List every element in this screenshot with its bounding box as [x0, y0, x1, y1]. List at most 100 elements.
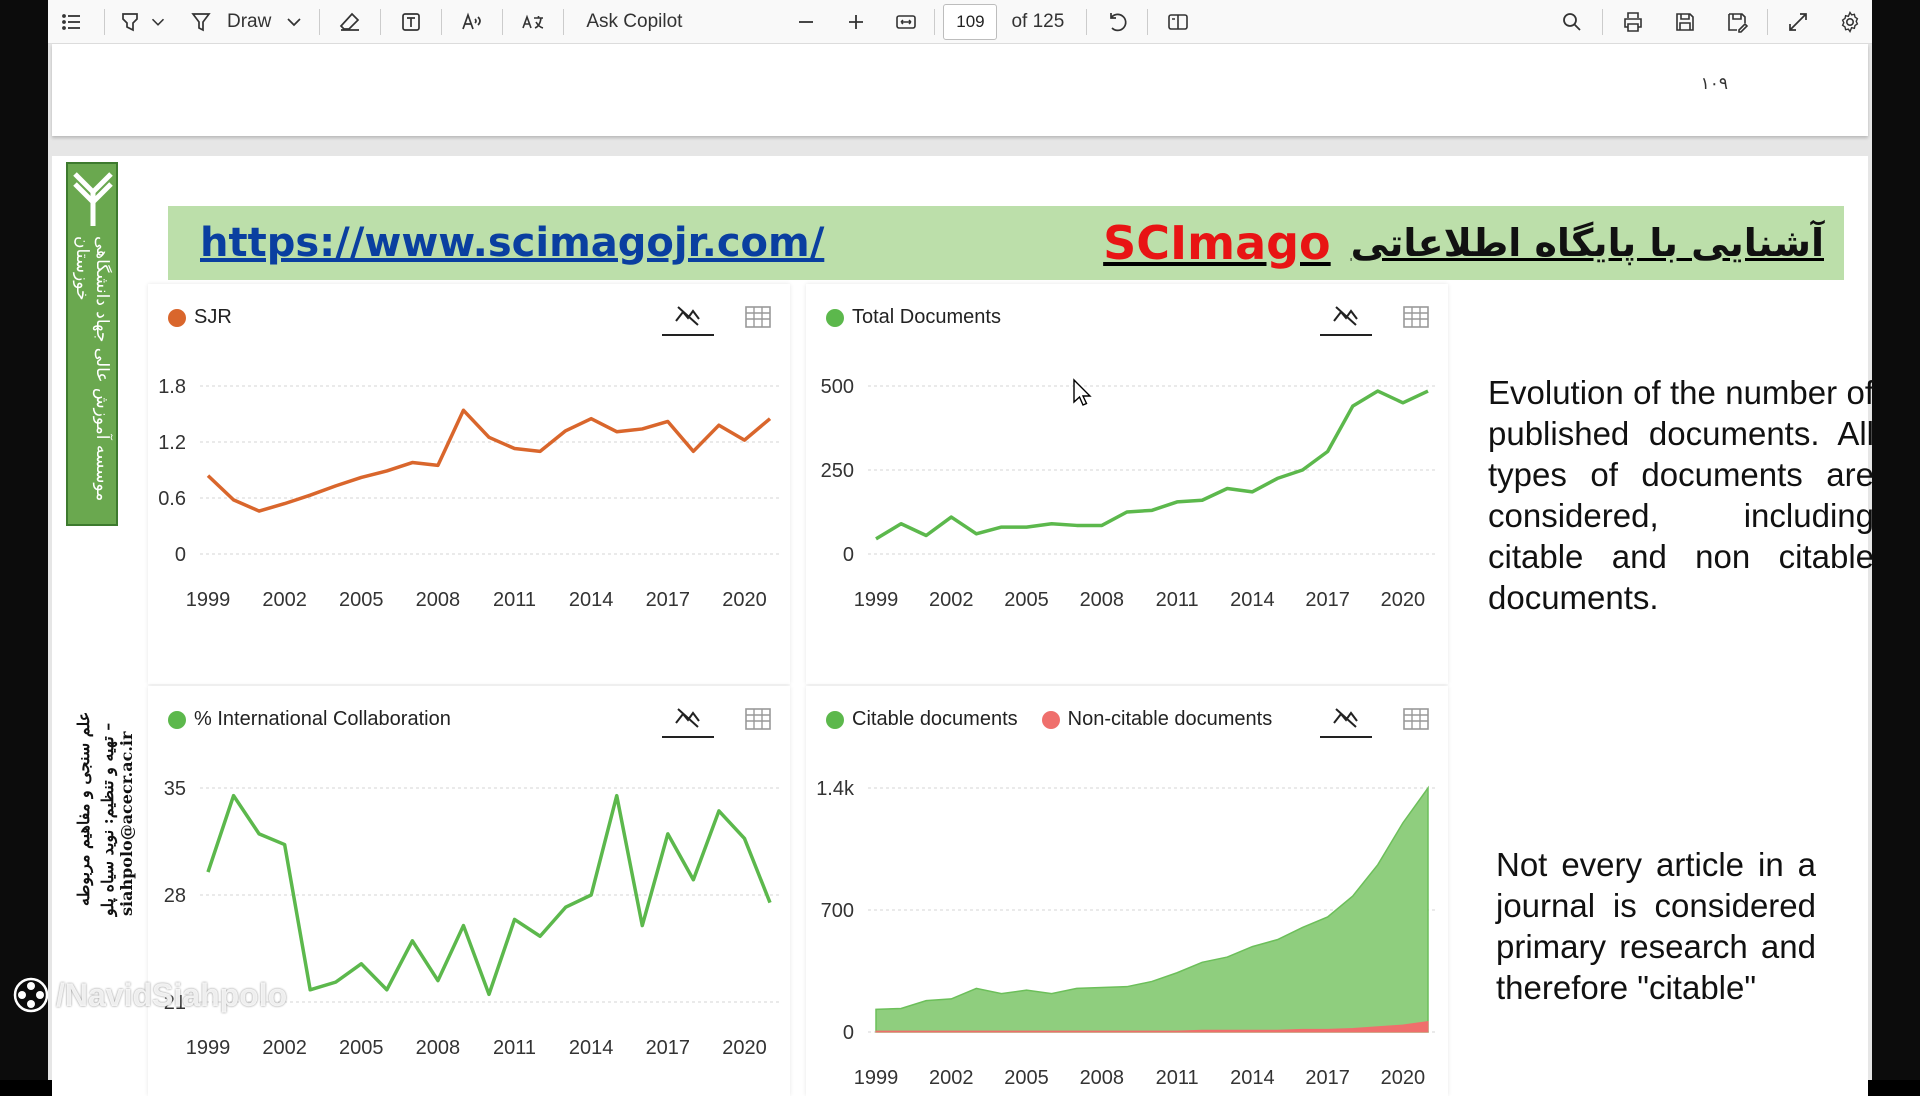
x-tick-label: 2017: [646, 1037, 691, 1059]
chevron-down-icon[interactable]: [147, 4, 169, 40]
highlighter-icon[interactable]: [113, 4, 147, 40]
scimago-link[interactable]: https://www.scimagojr.com/: [200, 220, 824, 266]
zoom-in-icon[interactable]: [836, 4, 876, 40]
x-tick-label: 2014: [569, 1037, 614, 1059]
x-tick-label: 1999: [186, 589, 231, 611]
x-tick-label: 2011: [1156, 589, 1199, 611]
chart-view-icon[interactable]: [662, 298, 714, 336]
watermark-text: /NavidSiahpolo: [56, 976, 288, 1013]
x-tick-label: 2005: [339, 589, 384, 611]
fullscreen-icon[interactable]: [1776, 4, 1820, 40]
document-view[interactable]: ۱۰۹ موسسه آموزش عالی جهاد دانشگاهی خوزست…: [48, 44, 1874, 1096]
x-tick-label: 2008: [416, 589, 461, 611]
settings-icon[interactable]: [1828, 4, 1872, 40]
legend-item[interactable]: Non-citable documents: [1041, 708, 1272, 731]
chart-tools: [1320, 700, 1436, 738]
international-collaboration-chart-panel: % International Collaboration 21 28 35 1999…: [148, 686, 790, 1096]
y-tick-label: 500: [821, 376, 854, 398]
x-tick-label: 2005: [1004, 589, 1049, 611]
table-view-icon[interactable]: [738, 299, 778, 335]
film-reel-icon: [13, 977, 49, 1013]
chart-tools: [662, 298, 778, 336]
y-tick-label: 700: [821, 900, 854, 922]
x-tick-label: 2020: [722, 1037, 767, 1059]
previous-page-number: ۱۰۹: [1700, 74, 1728, 93]
eraser-icon[interactable]: [328, 4, 372, 40]
text-box-icon[interactable]: [389, 4, 433, 40]
international-collaboration-chart: 2128351999 2002 2005 2008 2011 2014 2017 2020: [164, 778, 780, 1059]
page-view-icon[interactable]: [1156, 4, 1200, 40]
ask-copilot-button[interactable]: Ask Copilot: [572, 4, 696, 40]
toolbar-separator: [1767, 8, 1768, 35]
x-tick-label: 2020: [1381, 1067, 1426, 1089]
draw-icon[interactable]: [181, 4, 221, 40]
x-tick-label: 2020: [1381, 589, 1426, 611]
fit-page-icon[interactable]: [886, 4, 926, 40]
banner-persian-title: آشنایی با پایگاه اطلاعاتی: [1350, 221, 1824, 265]
x-tick-label: 1999: [186, 1037, 231, 1059]
banner-title: SCImago آشنایی با پایگاه اطلاعاتی: [1103, 216, 1824, 270]
search-icon[interactable]: [1550, 4, 1594, 40]
toolbar-separator: [502, 8, 504, 35]
list-icon[interactable]: [48, 4, 96, 40]
y-tick-label: 0.6: [158, 488, 186, 510]
y-tick-label: 1.2: [158, 432, 186, 454]
x-tick-label: 1999: [854, 1067, 899, 1089]
toolbar-separator: [104, 8, 105, 35]
citable-documents-chart: 0 700 1.4k 1999 2002 2005 2008 2011 2014 2017 2020: [816, 778, 1438, 1089]
x-tick-label: 2008: [1080, 1067, 1125, 1089]
x-tick-label: 1999: [854, 589, 899, 611]
previous-page: ۱۰۹: [52, 44, 1868, 136]
y-tick-label: 1.8: [158, 376, 186, 398]
series-line: [875, 389, 1429, 541]
x-tick-label: 2011: [493, 1037, 536, 1059]
read-aloud-icon[interactable]: [450, 4, 494, 40]
pdf-toolbar: Draw Ask Copilot 109 of 125: [48, 0, 1872, 44]
rotate-icon[interactable]: [1095, 4, 1139, 40]
sjr-chart: 0 0.6 1.2 1.8 1999 2002 2005 2008 2011 2014 2017 20…: [158, 376, 780, 611]
page-total-label: of 125: [1011, 10, 1065, 32]
table-view-icon[interactable]: [1396, 299, 1436, 335]
save-as-icon[interactable]: [1715, 4, 1759, 40]
x-tick-label: 2002: [262, 589, 307, 611]
y-tick-label: 35: [164, 778, 186, 800]
legend-label: Citable documents: [852, 708, 1018, 730]
table-view-icon[interactable]: [738, 701, 778, 737]
legend-item[interactable]: % International Collaboration: [168, 708, 451, 731]
table-view-icon[interactable]: [1396, 701, 1436, 737]
save-icon[interactable]: [1663, 4, 1707, 40]
chart-view-icon[interactable]: [662, 700, 714, 738]
toolbar-separator: [563, 8, 565, 35]
x-tick-label: 2020: [722, 589, 767, 611]
toolbar-separator: [380, 8, 382, 35]
x-tick-label: 2017: [1305, 1067, 1350, 1089]
toolbar-separator: [1086, 8, 1088, 35]
legend-label: % International Collaboration: [194, 708, 451, 730]
course-title: علم سنجی و مفاهیم مربوطه: [74, 711, 93, 906]
screen-left-edge: [0, 0, 48, 1080]
toolbar-separator: [319, 8, 321, 35]
y-tick-label: 28: [164, 885, 186, 907]
current-page: موسسه آموزش عالی جهاد دانشگاهی خوزستان ع…: [52, 156, 1874, 1096]
x-tick-label: 2002: [929, 1067, 974, 1089]
chart-legend: SJR: [168, 306, 232, 329]
total-documents-chart: 0 250 500 1999 2002 2005 2008 2011 2014 2017 2020: [821, 376, 1438, 611]
print-icon[interactable]: [1611, 4, 1655, 40]
institution-name: موسسه آموزش عالی جهاد دانشگاهی خوزستان: [72, 236, 112, 502]
chevron-down-icon[interactable]: [277, 4, 311, 40]
legend-item[interactable]: Total Documents: [826, 306, 1001, 329]
screen-right-edge: [1872, 0, 1920, 1080]
page-number-input[interactable]: 109: [943, 3, 998, 40]
zoom-out-icon[interactable]: [786, 4, 826, 40]
chart-tools: [1320, 298, 1436, 336]
chart-view-icon[interactable]: [1320, 298, 1372, 336]
description-text: Evolution of the number of published doc…: [1488, 374, 1874, 616]
chart-view-icon[interactable]: [1320, 700, 1372, 738]
translate-icon[interactable]: [511, 4, 555, 40]
legend-item[interactable]: Citable documents: [826, 708, 1018, 731]
y-tick-label: 0: [843, 544, 854, 566]
legend-item[interactable]: SJR: [168, 306, 232, 329]
x-tick-label: 2002: [929, 589, 974, 611]
title-banner: https://www.scimagojr.com/ SCImago آشنای…: [168, 206, 1844, 280]
draw-button[interactable]: Draw: [221, 4, 277, 40]
